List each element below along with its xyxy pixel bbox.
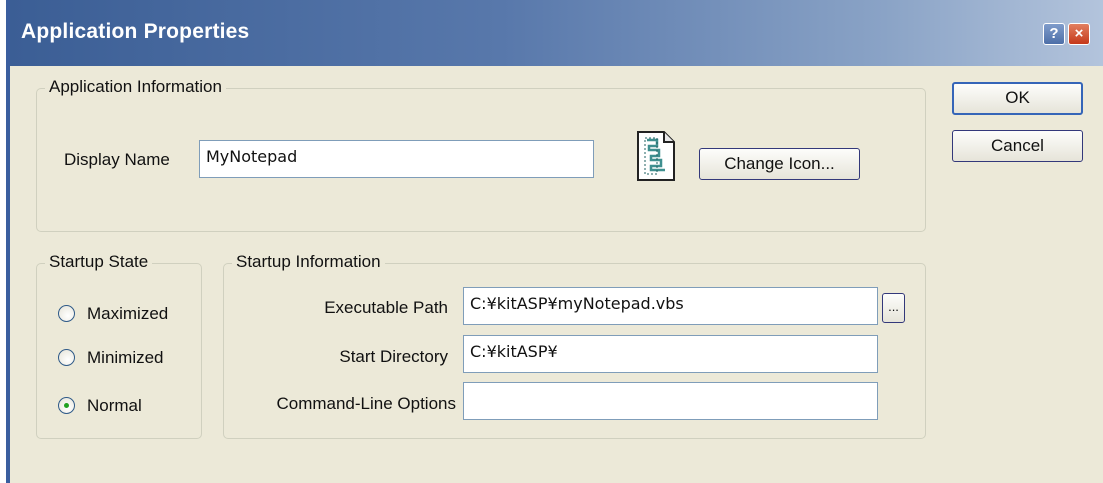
- radio-button-selected[interactable]: [58, 397, 75, 414]
- command-line-options-label: Command-Line Options: [276, 394, 456, 413]
- radio-selected-dot: [64, 403, 69, 408]
- start-directory-label: Start Directory: [339, 347, 448, 366]
- application-properties-dialog: Application Properties ? × Application I…: [6, 0, 1103, 483]
- startup-information-label: Startup Information: [232, 252, 385, 272]
- radio-button[interactable]: [58, 305, 75, 322]
- radio-normal[interactable]: Normal: [58, 394, 188, 418]
- script-file-icon: [635, 130, 677, 182]
- change-icon-button[interactable]: Change Icon...: [699, 148, 860, 180]
- startup-state-label: Startup State: [45, 252, 153, 272]
- start-directory-field[interactable]: C:¥kitASP¥: [463, 335, 878, 373]
- radio-button[interactable]: [58, 349, 75, 366]
- radio-label: Normal: [87, 396, 142, 415]
- radio-label: Maximized: [87, 304, 169, 323]
- close-button[interactable]: ×: [1068, 23, 1090, 45]
- close-icon: ×: [1074, 25, 1084, 42]
- display-name-label: Display Name: [64, 150, 170, 169]
- help-icon: ?: [1049, 25, 1059, 42]
- radio-minimized[interactable]: Minimized: [58, 346, 188, 370]
- executable-path-field[interactable]: C:¥kitASP¥myNotepad.vbs: [463, 287, 878, 325]
- display-name-field[interactable]: MyNotepad: [199, 140, 594, 178]
- application-information-label: Application Information: [45, 77, 226, 97]
- title-bar[interactable]: Application Properties ? ×: [10, 0, 1103, 66]
- radio-label: Minimized: [87, 348, 164, 367]
- help-button[interactable]: ?: [1043, 23, 1065, 45]
- executable-path-label: Executable Path: [324, 298, 448, 317]
- command-line-options-field[interactable]: [463, 382, 878, 420]
- browse-button[interactable]: ...: [882, 293, 905, 323]
- cancel-button[interactable]: Cancel: [952, 130, 1083, 162]
- radio-maximized[interactable]: Maximized: [58, 302, 188, 326]
- ok-button[interactable]: OK: [952, 82, 1083, 115]
- window-title: Application Properties: [21, 20, 250, 43]
